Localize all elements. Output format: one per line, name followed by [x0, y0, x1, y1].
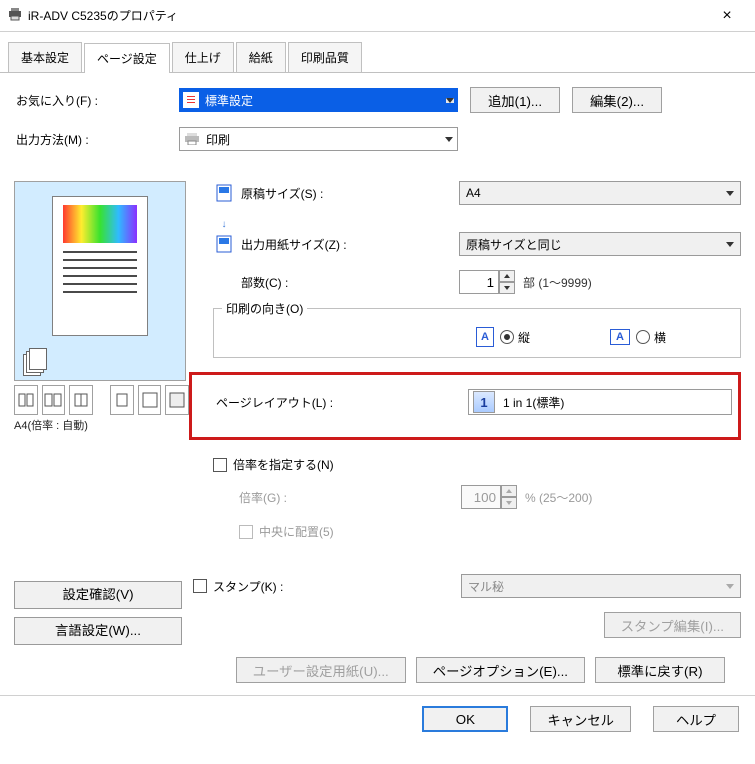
- originalsize-value: A4: [466, 186, 481, 200]
- stamp-checkbox[interactable]: [193, 579, 207, 593]
- outputsize-label: 出力用紙サイズ(Z) :: [241, 236, 347, 253]
- favorite-doc-icon: [183, 92, 199, 108]
- favorite-value: 標準設定: [205, 92, 253, 109]
- scale-suffix: % (25～200): [525, 489, 592, 506]
- center-label: 中央に配置(5): [259, 523, 334, 540]
- pages-stack-icon[interactable]: [23, 348, 49, 374]
- printer-icon: [8, 7, 22, 24]
- favorite-select[interactable]: 標準設定: [179, 88, 458, 112]
- user-paper-button: ユーザー設定用紙(U)...: [236, 657, 406, 683]
- portrait-icon: A: [476, 327, 494, 347]
- outputmethod-label: 出力方法(M) :: [14, 131, 179, 148]
- titlebar: iR-ADV C5235のプロパティ ×: [0, 0, 755, 32]
- print-preview: [14, 181, 186, 381]
- tab-page[interactable]: ページ設定: [84, 43, 170, 73]
- close-icon[interactable]: ×: [707, 7, 747, 25]
- chevron-down-icon: [726, 191, 734, 196]
- confirm-settings-button[interactable]: 設定確認(V): [14, 581, 182, 609]
- chevron-down-icon: [726, 242, 734, 247]
- originalsize-select[interactable]: A4: [459, 181, 741, 205]
- cancel-button[interactable]: キャンセル: [530, 706, 631, 732]
- scale-down-button: [501, 497, 517, 509]
- language-settings-button[interactable]: 言語設定(W)...: [14, 617, 182, 645]
- copies-suffix: 部 (1～9999): [523, 274, 592, 291]
- portrait-label: 縦: [518, 329, 530, 346]
- outputmethod-select[interactable]: 印刷: [179, 127, 458, 151]
- layout-tile-3[interactable]: [69, 385, 93, 415]
- chevron-down-icon: [445, 137, 453, 142]
- stamp-value: マル秘: [468, 578, 504, 595]
- outputmethod-value: 印刷: [206, 131, 230, 148]
- copies-up-button[interactable]: [499, 270, 515, 282]
- restore-defaults-button[interactable]: 標準に戻す(R): [595, 657, 725, 683]
- pagelayout-label: ページレイアウト(L) :: [216, 394, 333, 411]
- scale-check-label: 倍率を指定する(N): [233, 456, 334, 473]
- tab-bar: 基本設定 ページ設定 仕上げ 給紙 印刷品質: [0, 32, 755, 73]
- tab-basic[interactable]: 基本設定: [8, 42, 82, 72]
- pagelayout-value: 1 in 1(標準): [503, 394, 564, 411]
- ok-button[interactable]: OK: [422, 706, 508, 732]
- center-checkbox: [239, 525, 253, 539]
- landscape-icon: A: [610, 329, 630, 345]
- layout-tile-4[interactable]: [110, 385, 134, 415]
- stamp-edit-button: スタンプ編集(I)...: [604, 612, 741, 638]
- stamp-label: スタンプ(K) :: [213, 578, 283, 595]
- stamp-select: マル秘: [461, 574, 741, 598]
- preview-caption: A4(倍率 : 自動): [14, 417, 189, 433]
- tab-quality[interactable]: 印刷品質: [288, 42, 362, 72]
- favorite-label: お気に入り(F) :: [14, 92, 179, 109]
- scale-input: [461, 485, 501, 509]
- chevron-down-icon: [446, 98, 454, 103]
- help-button[interactable]: ヘルプ: [653, 706, 739, 732]
- page-layout-highlight: ページレイアウト(L) : 1 1 in 1(標準): [189, 372, 741, 440]
- layout-1in1-icon: 1: [473, 391, 495, 413]
- originalsize-label: 原稿サイズ(S) :: [241, 185, 323, 202]
- page-portrait-icon: [213, 184, 235, 202]
- copies-input[interactable]: [459, 270, 499, 294]
- pagelayout-select[interactable]: 1 1 in 1(標準): [468, 389, 732, 415]
- scale-label: 倍率(G) :: [239, 489, 287, 506]
- page-options-button[interactable]: ページオプション(E)...: [416, 657, 585, 683]
- layout-tile-1[interactable]: [14, 385, 38, 415]
- orientation-fieldset: 印刷の向き(O) A 縦 A 横: [213, 308, 741, 358]
- layout-tile-5[interactable]: [138, 385, 162, 415]
- favorite-edit-button[interactable]: 編集(2)...: [572, 87, 662, 113]
- copies-down-button[interactable]: [499, 282, 515, 294]
- copies-label: 部数(C) :: [241, 274, 288, 291]
- tab-paper[interactable]: 給紙: [236, 42, 286, 72]
- chevron-down-icon: [726, 584, 734, 589]
- scale-up-button: [501, 485, 517, 497]
- page-output-icon: [213, 235, 235, 253]
- scale-checkbox[interactable]: [213, 458, 227, 472]
- outputsize-select[interactable]: 原稿サイズと同じ: [459, 232, 741, 256]
- window-title: iR-ADV C5235のプロパティ: [28, 7, 707, 24]
- footer: OK キャンセル ヘルプ: [0, 695, 755, 742]
- preview-page: [52, 196, 148, 336]
- printer-icon: [184, 133, 200, 145]
- orientation-legend: 印刷の向き(O): [222, 300, 307, 317]
- portrait-radio[interactable]: [500, 330, 514, 344]
- down-arrow-icon: ↓: [213, 219, 235, 230]
- landscape-radio[interactable]: [636, 330, 650, 344]
- outputsize-value: 原稿サイズと同じ: [466, 236, 562, 253]
- favorite-add-button[interactable]: 追加(1)...: [470, 87, 560, 113]
- tab-finish[interactable]: 仕上げ: [172, 42, 234, 72]
- layout-tile-6[interactable]: [165, 385, 189, 415]
- landscape-label: 横: [654, 329, 666, 346]
- layout-tile-2[interactable]: [42, 385, 66, 415]
